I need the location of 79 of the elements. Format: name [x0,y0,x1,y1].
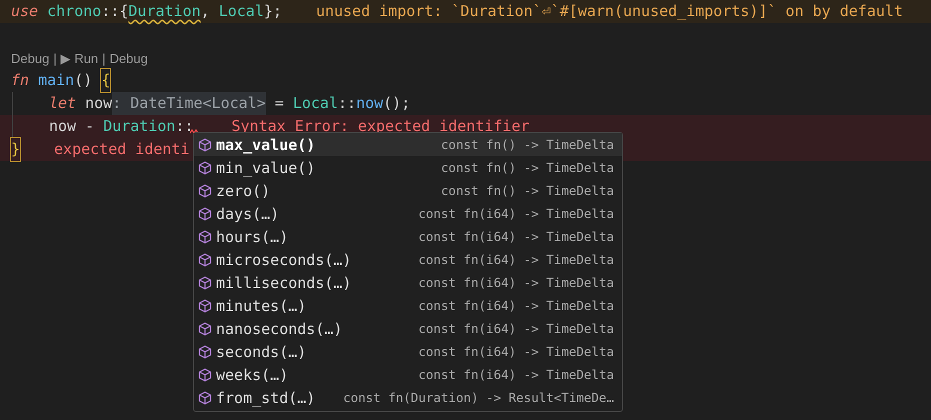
completion-detail: const fn(i64) -> TimeDelta [418,367,614,382]
cube-icon [198,184,212,198]
completion-label: nanoseconds(…) [216,320,342,338]
completion-item[interactable]: milliseconds(…) const fn(i64) -> TimeDelta [194,271,622,294]
completion-label: weeks(…) [216,366,288,384]
completion-detail: const fn(i64) -> TimeDelta [418,206,614,221]
completion-detail: const fn(i64) -> TimeDelta [418,298,614,313]
cube-icon [198,276,212,290]
cube-icon [198,252,212,266]
completion-detail: const fn() -> TimeDelta [440,183,614,198]
variable-token: now [49,116,76,137]
completion-item[interactable]: weeks(…) const fn(i64) -> TimeDelta [194,363,622,386]
type-token: Duration [128,1,201,22]
punctuation-token: = [274,93,285,114]
punctuation-token: :: [175,116,194,137]
completion-label: max_value() [216,136,316,154]
cube-icon [198,390,212,404]
completion-detail: const fn(i64) -> TimeDelta [418,229,614,244]
punctuation-token: { [101,69,110,92]
punctuation-token: () [74,70,94,91]
diagnostic-message: unused import: `Duration`⏎`#[warn(unused_imports)]` on by default [316,1,903,22]
type-hint: : DateTime<Local> [112,92,266,115]
diagnostic-message: expected identi [54,139,190,160]
completion-detail: const fn(i64) -> TimeDelta [418,275,614,290]
completion-item[interactable]: from_std(…) const fn(Duration) -> Result<TimeDe… [194,386,622,409]
completion-detail: const fn(i64) -> TimeDelta [418,252,614,267]
completion-detail: const fn(i64) -> TimeDelta [418,321,614,336]
completion-label: days(…) [216,204,280,222]
keyword-token: fn [11,70,30,91]
completion-detail: const fn() -> TimeDelta [440,137,614,152]
punctuation-token: , [200,1,211,22]
function-token: now [356,93,384,114]
module-token: chrono [46,1,102,22]
completion-item[interactable]: hours(…) const fn(i64) -> TimeDelta [194,225,622,248]
completion-item[interactable]: days(…) const fn(i64) -> TimeDelta [194,202,622,225]
completion-item[interactable]: microseconds(…) const fn(i64) -> TimeDelta [194,248,622,271]
cube-icon [198,368,212,382]
punctuation-token: } [11,138,20,161]
completion-item[interactable]: minutes(…) const fn(i64) -> TimeDelta [194,294,622,317]
completion-detail: const fn(i64) -> TimeDelta [418,344,614,359]
completion-label: microseconds(…) [216,250,352,268]
keyword-token: use [11,1,38,22]
punctuation-token: ::{ [101,1,128,22]
punctuation-token: }; [264,1,282,22]
codelens-link[interactable]: ▶ Run [60,46,98,69]
completion-label: from_std(…) [216,388,316,406]
punctuation-token: :: [338,93,356,114]
completion-item[interactable]: seconds(…) const fn(i64) -> TimeDelta [194,340,622,363]
cube-icon [198,322,212,336]
function-token: main [37,70,74,91]
completion-item[interactable]: min_value() const fn() -> TimeDelta [194,156,622,179]
completion-detail: const fn() -> TimeDelta [440,160,614,175]
cube-icon [198,344,212,358]
completion-detail: const fn(Duration) -> Result<TimeDe… [343,390,614,405]
cube-icon [198,298,212,312]
completion-label: seconds(…) [216,342,306,360]
keyword-token: let [49,93,76,114]
cube-icon [198,138,212,152]
separator: | [53,50,57,68]
completion-label: zero() [216,182,270,200]
completion-item[interactable]: max_value() const fn() -> TimeDelta [194,133,622,156]
punctuation-token: (); [383,93,410,114]
variable-token: now [84,93,112,114]
cube-icon [198,206,212,220]
punctuation-token: - [84,116,96,137]
type-token: Duration [103,116,176,137]
completion-item[interactable]: zero() const fn() -> TimeDelta [194,179,622,202]
type-token: Local [292,93,338,114]
cube-icon [198,160,212,174]
codelens-link[interactable]: Debug [110,46,148,69]
completion-label: milliseconds(…) [216,274,352,292]
codelens-link[interactable]: Debug [11,46,50,69]
type-token: Local [218,1,264,22]
completion-label: hours(…) [216,228,288,246]
completion-label: minutes(…) [216,296,306,314]
separator: | [102,50,106,68]
cube-icon [198,230,212,244]
completion-item[interactable]: nanoseconds(…) const fn(i64) -> TimeDelta [194,317,622,340]
completion-label: min_value() [216,158,316,176]
